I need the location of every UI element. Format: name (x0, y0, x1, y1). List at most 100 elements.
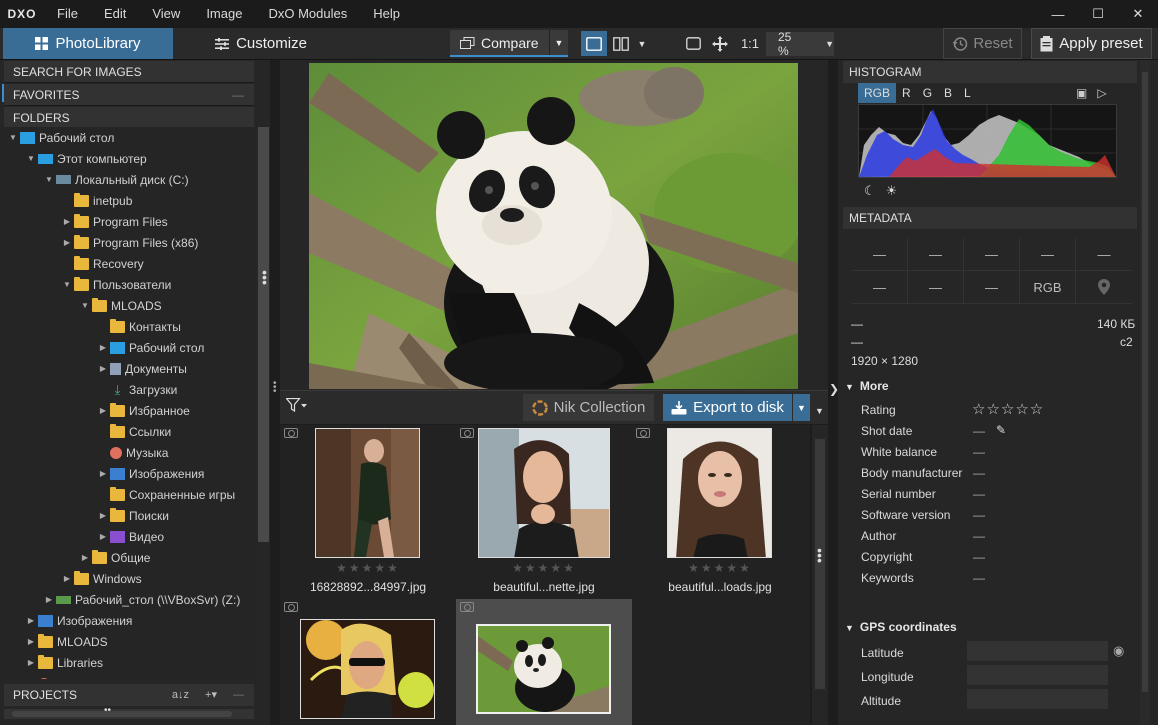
folder-tree-item[interactable]: Музыка (0, 442, 256, 463)
thumbnail-cell[interactable]: ★★★★★ beautiful...loads.jpg (632, 425, 808, 599)
folder-tree-item[interactable]: ▼ Локальный диск (C:) (0, 169, 256, 190)
expanded-arrow-icon[interactable]: ▼ (6, 133, 20, 142)
one-to-one-zoom-button[interactable]: 1:1 (737, 28, 763, 59)
folder-tree-item[interactable]: ▶ Program Files (x86) (0, 232, 256, 253)
collapsed-arrow-icon[interactable]: ▶ (96, 406, 110, 415)
image-viewer[interactable] (280, 60, 828, 390)
folder-tree-scrollbar[interactable] (258, 127, 269, 542)
compare-button[interactable]: Compare ▼ (450, 30, 568, 57)
collapsed-arrow-icon[interactable]: ▶ (24, 616, 38, 625)
folder-tree-item[interactable]: ▶ Изображения (0, 463, 256, 484)
filter-button[interactable] (285, 397, 308, 415)
folder-tree-item[interactable]: ▶ Поиски (0, 505, 256, 526)
histogram-header[interactable]: HISTOGRAM (843, 61, 1137, 83)
folder-tree-item[interactable]: Ссылки (0, 421, 256, 442)
right-panel-scroll-thumb[interactable] (1142, 72, 1148, 692)
folder-tree-item[interactable]: ▶ Документы (0, 358, 256, 379)
collapse-icon[interactable]: — (232, 84, 244, 105)
folder-tree-item[interactable]: ▶ Program Files (0, 211, 256, 232)
thumbnail-image[interactable] (476, 624, 611, 714)
map-pin-icon[interactable]: ◉ (1113, 643, 1124, 659)
thumbnail-rating[interactable]: ★★★★★ (456, 561, 632, 575)
menu-file[interactable]: File (44, 0, 91, 28)
nik-collection-button[interactable]: Nik Collection (523, 394, 654, 421)
folder-tree-item[interactable]: ▶ Libraries (0, 652, 256, 673)
histogram-tab-g[interactable]: G (917, 83, 938, 103)
expanded-arrow-icon[interactable]: ▼ (42, 175, 56, 184)
collapsed-arrow-icon[interactable]: ▶ (96, 532, 110, 541)
collapsed-arrow-icon[interactable]: ▶ (24, 658, 38, 667)
single-view-button[interactable] (581, 31, 607, 56)
export-to-disk-button[interactable]: Export to disk (663, 394, 792, 421)
thumbnail-rating[interactable]: ★★★★★ (632, 561, 808, 575)
sort-icon[interactable]: a↓z (172, 684, 189, 706)
right-panel-scrollbar[interactable] (1140, 60, 1150, 725)
soft-proof-icon[interactable]: ▷ (1097, 86, 1106, 100)
highlight-clipping-icon[interactable]: ☀ (886, 183, 898, 199)
collapsed-arrow-icon[interactable]: ▶ (96, 343, 110, 352)
folder-tree-item[interactable]: ▶ Общие (0, 547, 256, 568)
menu-image[interactable]: Image (193, 0, 255, 28)
folder-tree-item[interactable]: ⤓ Загрузки (0, 379, 256, 400)
more-section-toggle[interactable]: ▼ More (845, 379, 889, 393)
folder-tree-item[interactable]: ▶ Видео (0, 526, 256, 547)
folder-tree-item[interactable]: ▶ MLOADS (0, 631, 256, 652)
folder-tree-item[interactable]: ▼ Пользователи (0, 274, 256, 295)
monitor-icon[interactable]: ▣ (1076, 86, 1087, 100)
altitude-input[interactable] (967, 689, 1108, 709)
apply-preset-button[interactable]: Apply preset (1031, 28, 1152, 59)
filmstrip-side-grip-icon[interactable]: • • • (817, 543, 822, 567)
gps-section-toggle[interactable]: ▼ GPS coordinates (845, 620, 957, 634)
folders-header[interactable]: FOLDERS (4, 107, 254, 129)
collapsed-arrow-icon[interactable]: ▶ (60, 217, 74, 226)
left-horizontal-scrollbar[interactable]: •• (4, 705, 254, 719)
histogram-tab-r[interactable]: R (896, 83, 917, 103)
shadow-clipping-icon[interactable]: ☾ (864, 183, 876, 199)
thumbnail-cell[interactable]: ★★★★★ beautiful...nette.jpg (456, 425, 632, 599)
thumbnail-cell[interactable] (280, 599, 456, 725)
tab-customize[interactable]: Customize (173, 28, 349, 59)
histogram-tab-b[interactable]: B (938, 83, 958, 103)
expanded-arrow-icon[interactable]: ▼ (60, 280, 74, 289)
folder-tree-item[interactable]: ▼ MLOADS (0, 295, 256, 316)
longitude-input[interactable] (967, 665, 1108, 685)
folder-tree-item[interactable]: inetpub (0, 190, 256, 211)
close-icon[interactable]: ✕ (1118, 0, 1158, 28)
latitude-input[interactable] (967, 641, 1108, 661)
folder-tree-item[interactable]: ▶ Windows (0, 568, 256, 589)
filmstrip-scrollbar[interactable] (812, 425, 828, 725)
collapsed-arrow-icon[interactable]: ▶ (78, 553, 92, 562)
dual-view-button[interactable] (609, 31, 633, 56)
metadata-header[interactable]: METADATA (843, 207, 1137, 229)
maximize-icon[interactable]: ☐ (1078, 0, 1118, 28)
collapsed-arrow-icon[interactable]: ▶ (96, 469, 110, 478)
menu-dxo-modules[interactable]: DxO Modules (255, 0, 360, 28)
folder-tree-item[interactable]: ▼ Рабочий стол (0, 127, 256, 148)
folder-tree-item[interactable]: ▶ Избранное (0, 400, 256, 421)
thumbnail-rating[interactable]: ★★★★★ (280, 561, 456, 575)
export-dropdown-icon[interactable]: ▼ (793, 394, 810, 421)
menu-view[interactable]: View (139, 0, 193, 28)
thumbnail-image[interactable] (667, 428, 772, 558)
folder-tree-item[interactable]: Сохраненные игры (0, 484, 256, 505)
fit-screen-button[interactable] (682, 28, 704, 59)
collapsed-arrow-icon[interactable]: ▶ (96, 511, 110, 520)
thumbnail-cell[interactable]: ★★★★★ 16828892...84997.jpg (280, 425, 456, 599)
rating-stars[interactable]: ☆☆☆☆☆ (972, 400, 1044, 418)
folder-tree-item[interactable]: ▶ Рабочий_стол (\\VBoxSvr) (Z:) (0, 589, 256, 610)
minimize-icon[interactable]: — (1038, 0, 1078, 28)
collapsed-arrow-icon[interactable]: ▶ (24, 637, 38, 646)
histogram-tab-l[interactable]: L (958, 83, 977, 103)
filmbar-more-icon[interactable]: ▼ (815, 406, 824, 416)
menu-help[interactable]: Help (360, 0, 413, 28)
left-horizontal-scroll-thumb[interactable] (12, 711, 232, 717)
folder-tree-item[interactable]: ▶ Рабочий стол (0, 337, 256, 358)
reset-button[interactable]: Reset (943, 28, 1022, 59)
pencil-icon[interactable]: ✎ (996, 423, 1006, 437)
expanded-arrow-icon[interactable]: ▼ (24, 154, 38, 163)
favorites-header[interactable]: FAVORITES — (4, 84, 254, 106)
add-project-icon[interactable]: +▾ (205, 684, 217, 706)
folder-tree-item[interactable]: Recovery (0, 253, 256, 274)
projects-header[interactable]: PROJECTS a↓z +▾ — (4, 684, 254, 706)
thumbnail-image[interactable] (315, 428, 420, 558)
